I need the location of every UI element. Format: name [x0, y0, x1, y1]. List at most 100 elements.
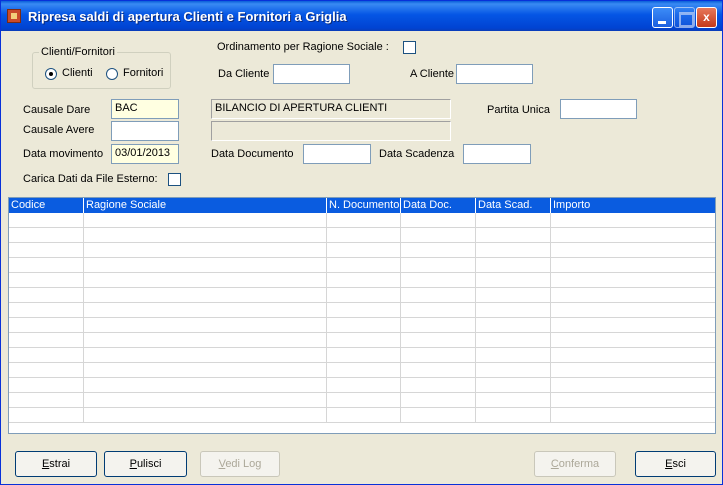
table-cell[interactable]	[9, 243, 84, 258]
table-cell[interactable]	[327, 378, 401, 393]
table-cell[interactable]	[476, 243, 551, 258]
table-cell[interactable]	[476, 408, 551, 423]
table-cell[interactable]	[401, 318, 476, 333]
table-cell[interactable]	[84, 243, 327, 258]
table-cell[interactable]	[327, 243, 401, 258]
table-cell[interactable]	[327, 273, 401, 288]
table-cell[interactable]	[401, 228, 476, 243]
table-cell[interactable]	[9, 348, 84, 363]
table-cell[interactable]	[551, 213, 715, 228]
table-cell[interactable]	[551, 273, 715, 288]
minimize-button[interactable]	[652, 7, 673, 28]
table-cell[interactable]	[327, 258, 401, 273]
data-grid[interactable]: Codice Ragione Sociale N. Documento Data…	[8, 197, 716, 434]
column-ragione-sociale[interactable]: Ragione Sociale	[84, 198, 327, 213]
table-cell[interactable]	[327, 363, 401, 378]
table-cell[interactable]	[476, 318, 551, 333]
table-cell[interactable]	[551, 258, 715, 273]
column-data-scad[interactable]: Data Scad.	[476, 198, 551, 213]
estrai-button[interactable]: Estrai	[15, 451, 97, 477]
table-row[interactable]	[9, 318, 715, 333]
data-scadenza-input[interactable]	[463, 144, 531, 164]
title-bar[interactable]: Ripresa saldi di apertura Clienti e Forn…	[1, 1, 722, 31]
table-cell[interactable]	[84, 228, 327, 243]
column-importo[interactable]: Importo	[551, 198, 715, 213]
table-cell[interactable]	[551, 378, 715, 393]
conferma-button[interactable]: Conferma	[534, 451, 616, 477]
table-cell[interactable]	[9, 213, 84, 228]
table-cell[interactable]	[84, 408, 327, 423]
table-cell[interactable]	[476, 333, 551, 348]
table-cell[interactable]	[401, 333, 476, 348]
table-cell[interactable]	[476, 258, 551, 273]
table-cell[interactable]	[9, 273, 84, 288]
table-cell[interactable]	[401, 213, 476, 228]
table-cell[interactable]	[327, 228, 401, 243]
table-cell[interactable]	[84, 378, 327, 393]
table-cell[interactable]	[551, 318, 715, 333]
table-row[interactable]	[9, 363, 715, 378]
data-documento-input[interactable]	[303, 144, 371, 164]
table-cell[interactable]	[551, 228, 715, 243]
da-cliente-input[interactable]	[273, 64, 350, 84]
table-cell[interactable]	[551, 243, 715, 258]
table-row[interactable]	[9, 393, 715, 408]
table-cell[interactable]	[9, 258, 84, 273]
table-cell[interactable]	[84, 303, 327, 318]
table-row[interactable]	[9, 348, 715, 363]
table-cell[interactable]	[9, 378, 84, 393]
table-cell[interactable]	[9, 333, 84, 348]
table-cell[interactable]	[401, 243, 476, 258]
table-cell[interactable]	[551, 408, 715, 423]
table-cell[interactable]	[327, 213, 401, 228]
table-cell[interactable]	[476, 378, 551, 393]
table-cell[interactable]	[84, 348, 327, 363]
table-cell[interactable]	[401, 378, 476, 393]
table-row[interactable]	[9, 408, 715, 423]
table-cell[interactable]	[9, 393, 84, 408]
column-codice[interactable]: Codice	[9, 198, 84, 213]
table-cell[interactable]	[9, 288, 84, 303]
table-cell[interactable]	[401, 408, 476, 423]
table-cell[interactable]	[401, 363, 476, 378]
table-cell[interactable]	[84, 318, 327, 333]
table-row[interactable]	[9, 288, 715, 303]
table-cell[interactable]	[84, 363, 327, 378]
table-cell[interactable]	[401, 393, 476, 408]
partita-unica-input[interactable]	[560, 99, 637, 119]
table-cell[interactable]	[84, 288, 327, 303]
table-row[interactable]	[9, 213, 715, 228]
table-cell[interactable]	[327, 408, 401, 423]
table-cell[interactable]	[401, 303, 476, 318]
table-cell[interactable]	[9, 408, 84, 423]
table-cell[interactable]	[476, 213, 551, 228]
radio-clienti[interactable]	[45, 68, 57, 80]
table-cell[interactable]	[9, 363, 84, 378]
esci-button[interactable]: Esci	[635, 451, 716, 477]
column-n-documento[interactable]: N. Documento	[327, 198, 401, 213]
table-cell[interactable]	[476, 303, 551, 318]
table-cell[interactable]	[401, 348, 476, 363]
table-cell[interactable]	[476, 363, 551, 378]
data-movimento-input[interactable]: 03/01/2013	[111, 144, 179, 164]
a-cliente-input[interactable]	[456, 64, 533, 84]
table-cell[interactable]	[327, 303, 401, 318]
table-cell[interactable]	[84, 258, 327, 273]
table-cell[interactable]	[84, 273, 327, 288]
table-cell[interactable]	[327, 288, 401, 303]
table-cell[interactable]	[9, 303, 84, 318]
table-cell[interactable]	[551, 288, 715, 303]
table-cell[interactable]	[401, 273, 476, 288]
table-cell[interactable]	[327, 333, 401, 348]
table-row[interactable]	[9, 258, 715, 273]
table-cell[interactable]	[327, 393, 401, 408]
radio-fornitori-label[interactable]: Fornitori	[123, 67, 163, 79]
table-cell[interactable]	[327, 348, 401, 363]
table-cell[interactable]	[476, 393, 551, 408]
table-cell[interactable]	[9, 228, 84, 243]
table-cell[interactable]	[401, 288, 476, 303]
close-button[interactable]: x	[696, 7, 717, 28]
table-row[interactable]	[9, 378, 715, 393]
causale-dare-input[interactable]: BAC	[111, 99, 179, 119]
table-cell[interactable]	[476, 348, 551, 363]
